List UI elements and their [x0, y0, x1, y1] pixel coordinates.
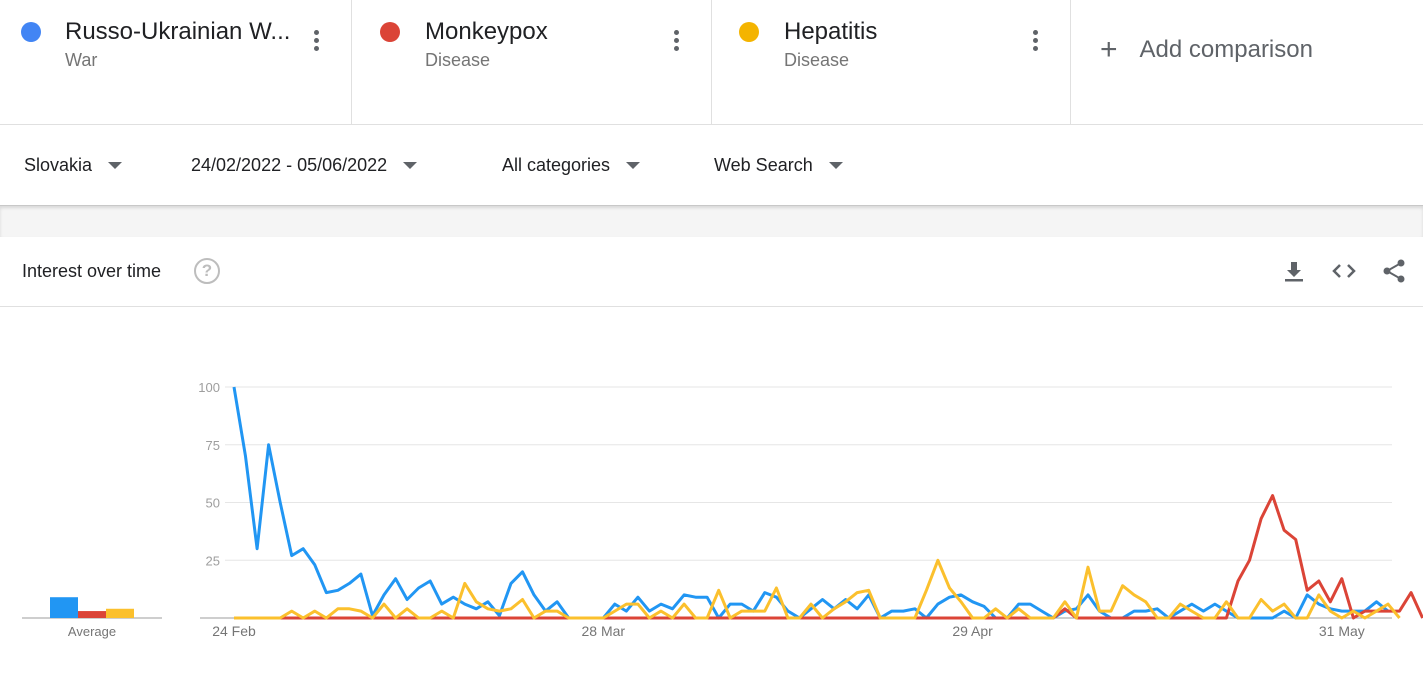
search-terms-bar: Russo-Ukrainian W... War Monkeypox Disea…	[0, 0, 1423, 125]
term-name: Monkeypox	[425, 18, 548, 45]
region-dropdown[interactable]: Slovakia	[24, 155, 123, 176]
term-type: War	[65, 50, 98, 70]
more-vert-icon[interactable]	[314, 30, 320, 54]
x-tick-label: 24 Feb	[212, 623, 256, 639]
term-color-dot	[739, 22, 759, 42]
chevron-down-icon	[108, 162, 123, 169]
chevron-down-icon	[403, 162, 418, 169]
y-tick-label: 75	[206, 438, 220, 453]
region-value: Slovakia	[24, 155, 93, 175]
more-vert-icon[interactable]	[674, 30, 680, 54]
category-dropdown[interactable]: All categories	[502, 155, 641, 176]
term-color-dot	[21, 22, 41, 42]
section-divider	[0, 205, 1423, 237]
y-tick-label: 25	[206, 553, 220, 568]
search-type-value: Web Search	[714, 155, 813, 175]
x-tick-label: 28 Mar	[581, 623, 625, 639]
add-comparison-label: Add comparison	[1139, 36, 1313, 63]
search-term-3[interactable]: Hepatitis Disease	[712, 0, 1071, 124]
search-term-1[interactable]: Russo-Ukrainian W... War	[0, 0, 352, 124]
y-tick-label: 100	[198, 380, 220, 395]
add-comparison-button[interactable]: + Add comparison	[1100, 30, 1313, 70]
chevron-down-icon	[828, 162, 843, 169]
term-name: Hepatitis	[784, 18, 878, 45]
term-type: Disease	[784, 50, 850, 70]
series-line	[234, 494, 1423, 620]
chevron-down-icon	[626, 162, 641, 169]
search-term-2[interactable]: Monkeypox Disease	[352, 0, 712, 124]
date-range-dropdown[interactable]: 24/02/2022 - 05/06/2022	[191, 155, 418, 176]
search-type-dropdown[interactable]: Web Search	[714, 155, 843, 176]
help-icon[interactable]: ?	[194, 258, 220, 284]
average-label: Average	[68, 624, 116, 639]
share-icon[interactable]	[1380, 257, 1408, 285]
category-value: All categories	[502, 155, 611, 175]
interest-over-time-header: Interest over time ?	[0, 237, 1423, 307]
more-vert-icon[interactable]	[1033, 30, 1039, 54]
plus-icon: +	[1100, 33, 1118, 66]
embed-icon[interactable]	[1330, 257, 1358, 285]
average-bar	[106, 608, 134, 618]
y-tick-label: 50	[206, 496, 220, 511]
x-tick-label: 31 May	[1319, 623, 1365, 639]
term-type: Disease	[425, 50, 491, 70]
interest-over-time-chart: 100 75 50 25 24 Feb 28 Mar 29 Apr 31 May Average	[0, 307, 1423, 692]
date-range-value: 24/02/2022 - 05/06/2022	[191, 155, 388, 175]
average-bar	[50, 597, 78, 618]
average-bar	[78, 611, 106, 618]
term-name: Russo-Ukrainian W...	[65, 18, 291, 45]
filter-bar: Slovakia 24/02/2022 - 05/06/2022 All cat…	[0, 125, 1423, 205]
x-tick-label: 29 Apr	[952, 623, 993, 639]
line-chart: 100 75 50 25 24 Feb 28 Mar 29 Apr 31 May Average	[22, 380, 1423, 639]
download-icon[interactable]	[1280, 257, 1308, 285]
term-color-dot	[380, 22, 400, 42]
card-title: Interest over time	[22, 261, 162, 281]
